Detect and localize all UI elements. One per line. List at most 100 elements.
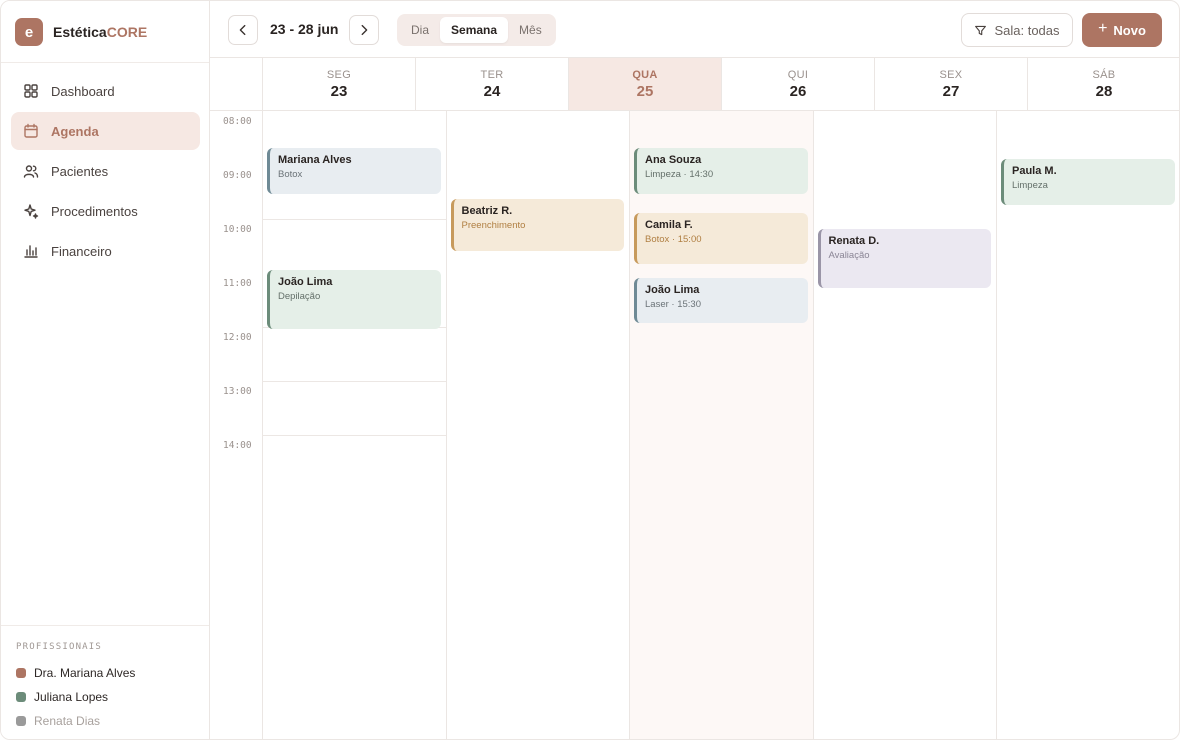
sidebar-item-label: Dashboard	[51, 83, 115, 99]
sidebar-item-label: Agenda	[51, 123, 99, 139]
appointment-card[interactable]: João Lima Depilação	[267, 269, 441, 329]
sidebar-item-label: Financeiro	[51, 243, 112, 259]
sidebar-item-dashboard[interactable]: Dashboard	[11, 72, 200, 110]
day-name: SEG	[326, 69, 352, 81]
day-header-seg[interactable]: SEG 23	[262, 58, 415, 110]
hour-line	[262, 219, 446, 220]
room-filter-button[interactable]: Sala: todas	[961, 13, 1073, 47]
calendar-grid: 08:00 09:00 10:00 11:00 12:00 13:00 14:00 Maria…	[210, 111, 1179, 739]
appointment-patient: Renata D.	[828, 235, 880, 247]
day-header-qui[interactable]: QUI 26	[721, 58, 874, 110]
appointment-procedure: Limpeza · 14:30	[645, 169, 714, 180]
view-tab-0[interactable]: Dia	[400, 17, 440, 43]
appointment-card[interactable]: Ana Souza Limpeza · 14:30	[634, 148, 808, 194]
day-number: 24	[483, 83, 501, 100]
users-icon	[23, 163, 39, 179]
appointment-procedure: Botox · 15:00	[645, 233, 702, 245]
chevron-right-icon	[361, 24, 368, 36]
new-appointment-label: Novo	[1113, 22, 1146, 38]
day-column[interactable]	[262, 111, 446, 739]
brand-name: EstéticaCORE	[53, 24, 147, 40]
appointment-procedure: Laser · 15:30	[645, 298, 701, 310]
professionals-panel: PROFISSIONAIS Dra. Mariana Alves Juliana …	[1, 625, 209, 733]
appointment-procedure: Avaliação	[828, 250, 870, 261]
sidebar-item-label: Pacientes	[51, 163, 109, 179]
day-name: SEX	[939, 69, 963, 81]
day-header-sex[interactable]: SEX 27	[874, 58, 1027, 110]
hour-line	[262, 381, 446, 382]
view-tab-1[interactable]: Semana	[440, 17, 509, 43]
brand-name-main: Estética	[53, 24, 107, 40]
professional-item[interactable]: Juliana Lopes	[16, 685, 194, 709]
appointment-card[interactable]: Paula M. Limpeza	[1001, 158, 1175, 205]
time-label: 10:00	[223, 224, 252, 235]
professional-color-dot	[16, 692, 26, 702]
sidebar-item-label: Procedimentos	[51, 203, 138, 219]
filter-icon	[975, 25, 987, 35]
day-header-ter[interactable]: TER 24	[415, 58, 568, 110]
sidebar: e EstéticaCORE Dashboard Agenda Pacientes P…	[1, 1, 210, 739]
new-appointment-button[interactable]: + Novo	[1082, 13, 1162, 47]
professional-item[interactable]: Renata Dias	[16, 709, 194, 733]
day-number: 27	[942, 83, 960, 100]
hour-line	[262, 435, 446, 436]
day-name: SÁB	[1092, 69, 1116, 81]
day-number: 28	[1095, 83, 1113, 100]
day-header-sáb[interactable]: SÁB 28	[1027, 58, 1179, 110]
next-week-button[interactable]	[349, 15, 379, 45]
prev-week-button[interactable]	[228, 15, 258, 45]
professionals-list: Dra. Mariana Alves Juliana Lopes Renata Di…	[16, 661, 194, 733]
sidebar-item-agenda[interactable]: Agenda	[11, 112, 200, 150]
sidebar-item-financeiro[interactable]: Financeiro	[11, 232, 200, 270]
professional-name: Renata Dias	[34, 714, 101, 728]
date-range: 23 - 28 jun	[270, 21, 339, 37]
sidebar-item-pacientes[interactable]: Pacientes	[11, 152, 200, 190]
brand-logo: e	[15, 18, 43, 46]
professional-name: Dra. Mariana Alves	[34, 666, 136, 680]
sidebar-nav: Dashboard Agenda Pacientes Procedimentos Fin…	[11, 72, 200, 272]
day-column[interactable]	[629, 111, 813, 739]
time-label: 09:00	[223, 170, 252, 181]
time-label: 11:00	[223, 278, 252, 289]
day-column[interactable]	[812, 111, 997, 739]
appointment-card[interactable]: Mariana Alves Botox	[267, 148, 441, 194]
appointment-card[interactable]: João Lima Laser · 15:30	[634, 277, 808, 324]
plus-icon: +	[1098, 20, 1108, 37]
professional-color-dot	[16, 668, 26, 678]
appointment-patient: Camila F.	[645, 218, 693, 231]
time-label: 13:00	[223, 386, 252, 397]
calendar-header: SEG 23 TER 24 QUA 25 QUI 26 SEX 27 SÁB 28	[210, 58, 1179, 111]
appointment-patient: João Lima	[278, 275, 333, 288]
professionals-title: PROFISSIONAIS	[16, 642, 103, 652]
day-name: QUA	[632, 69, 658, 81]
professional-color-dot	[16, 716, 26, 726]
appointment-card[interactable]: Renata D. Avaliação	[817, 229, 991, 289]
brand-name-accent: CORE	[106, 24, 148, 40]
sparkle-icon	[23, 203, 39, 219]
time-label: 08:00	[223, 116, 252, 127]
appointment-procedure: Limpeza	[1012, 179, 1048, 191]
calendar-icon	[23, 123, 39, 139]
sidebar-item-procedimentos[interactable]: Procedimentos	[11, 192, 200, 230]
room-filter-label: Sala: todas	[994, 22, 1060, 38]
view-switcher: Dia Semana Mês	[397, 14, 556, 46]
day-number: 26	[789, 83, 807, 100]
appointment-card[interactable]: Camila F. Botox · 15:00	[634, 212, 808, 265]
appointment-patient: Ana Souza	[645, 154, 702, 166]
day-name: QUI	[787, 69, 809, 81]
view-tab-2[interactable]: Mês	[508, 17, 553, 43]
grid-icon	[23, 83, 39, 99]
appointment-procedure: Depilação	[278, 290, 321, 302]
appointment-card[interactable]: Beatriz R. Preenchimento	[450, 199, 624, 251]
day-number: 23	[330, 83, 348, 100]
day-number: 25	[636, 83, 654, 100]
sidebar-divider	[1, 62, 209, 63]
appointment-patient: Mariana Alves	[278, 154, 352, 166]
chevron-left-icon	[239, 24, 246, 36]
brand[interactable]: e EstéticaCORE	[15, 17, 147, 47]
day-header-qua[interactable]: QUA 25	[568, 58, 721, 110]
day-column[interactable]	[996, 111, 1179, 739]
professional-item[interactable]: Dra. Mariana Alves	[16, 661, 194, 685]
appointment-procedure: Preenchimento	[461, 220, 526, 232]
appointment-patient: Paula M.	[1012, 164, 1057, 177]
